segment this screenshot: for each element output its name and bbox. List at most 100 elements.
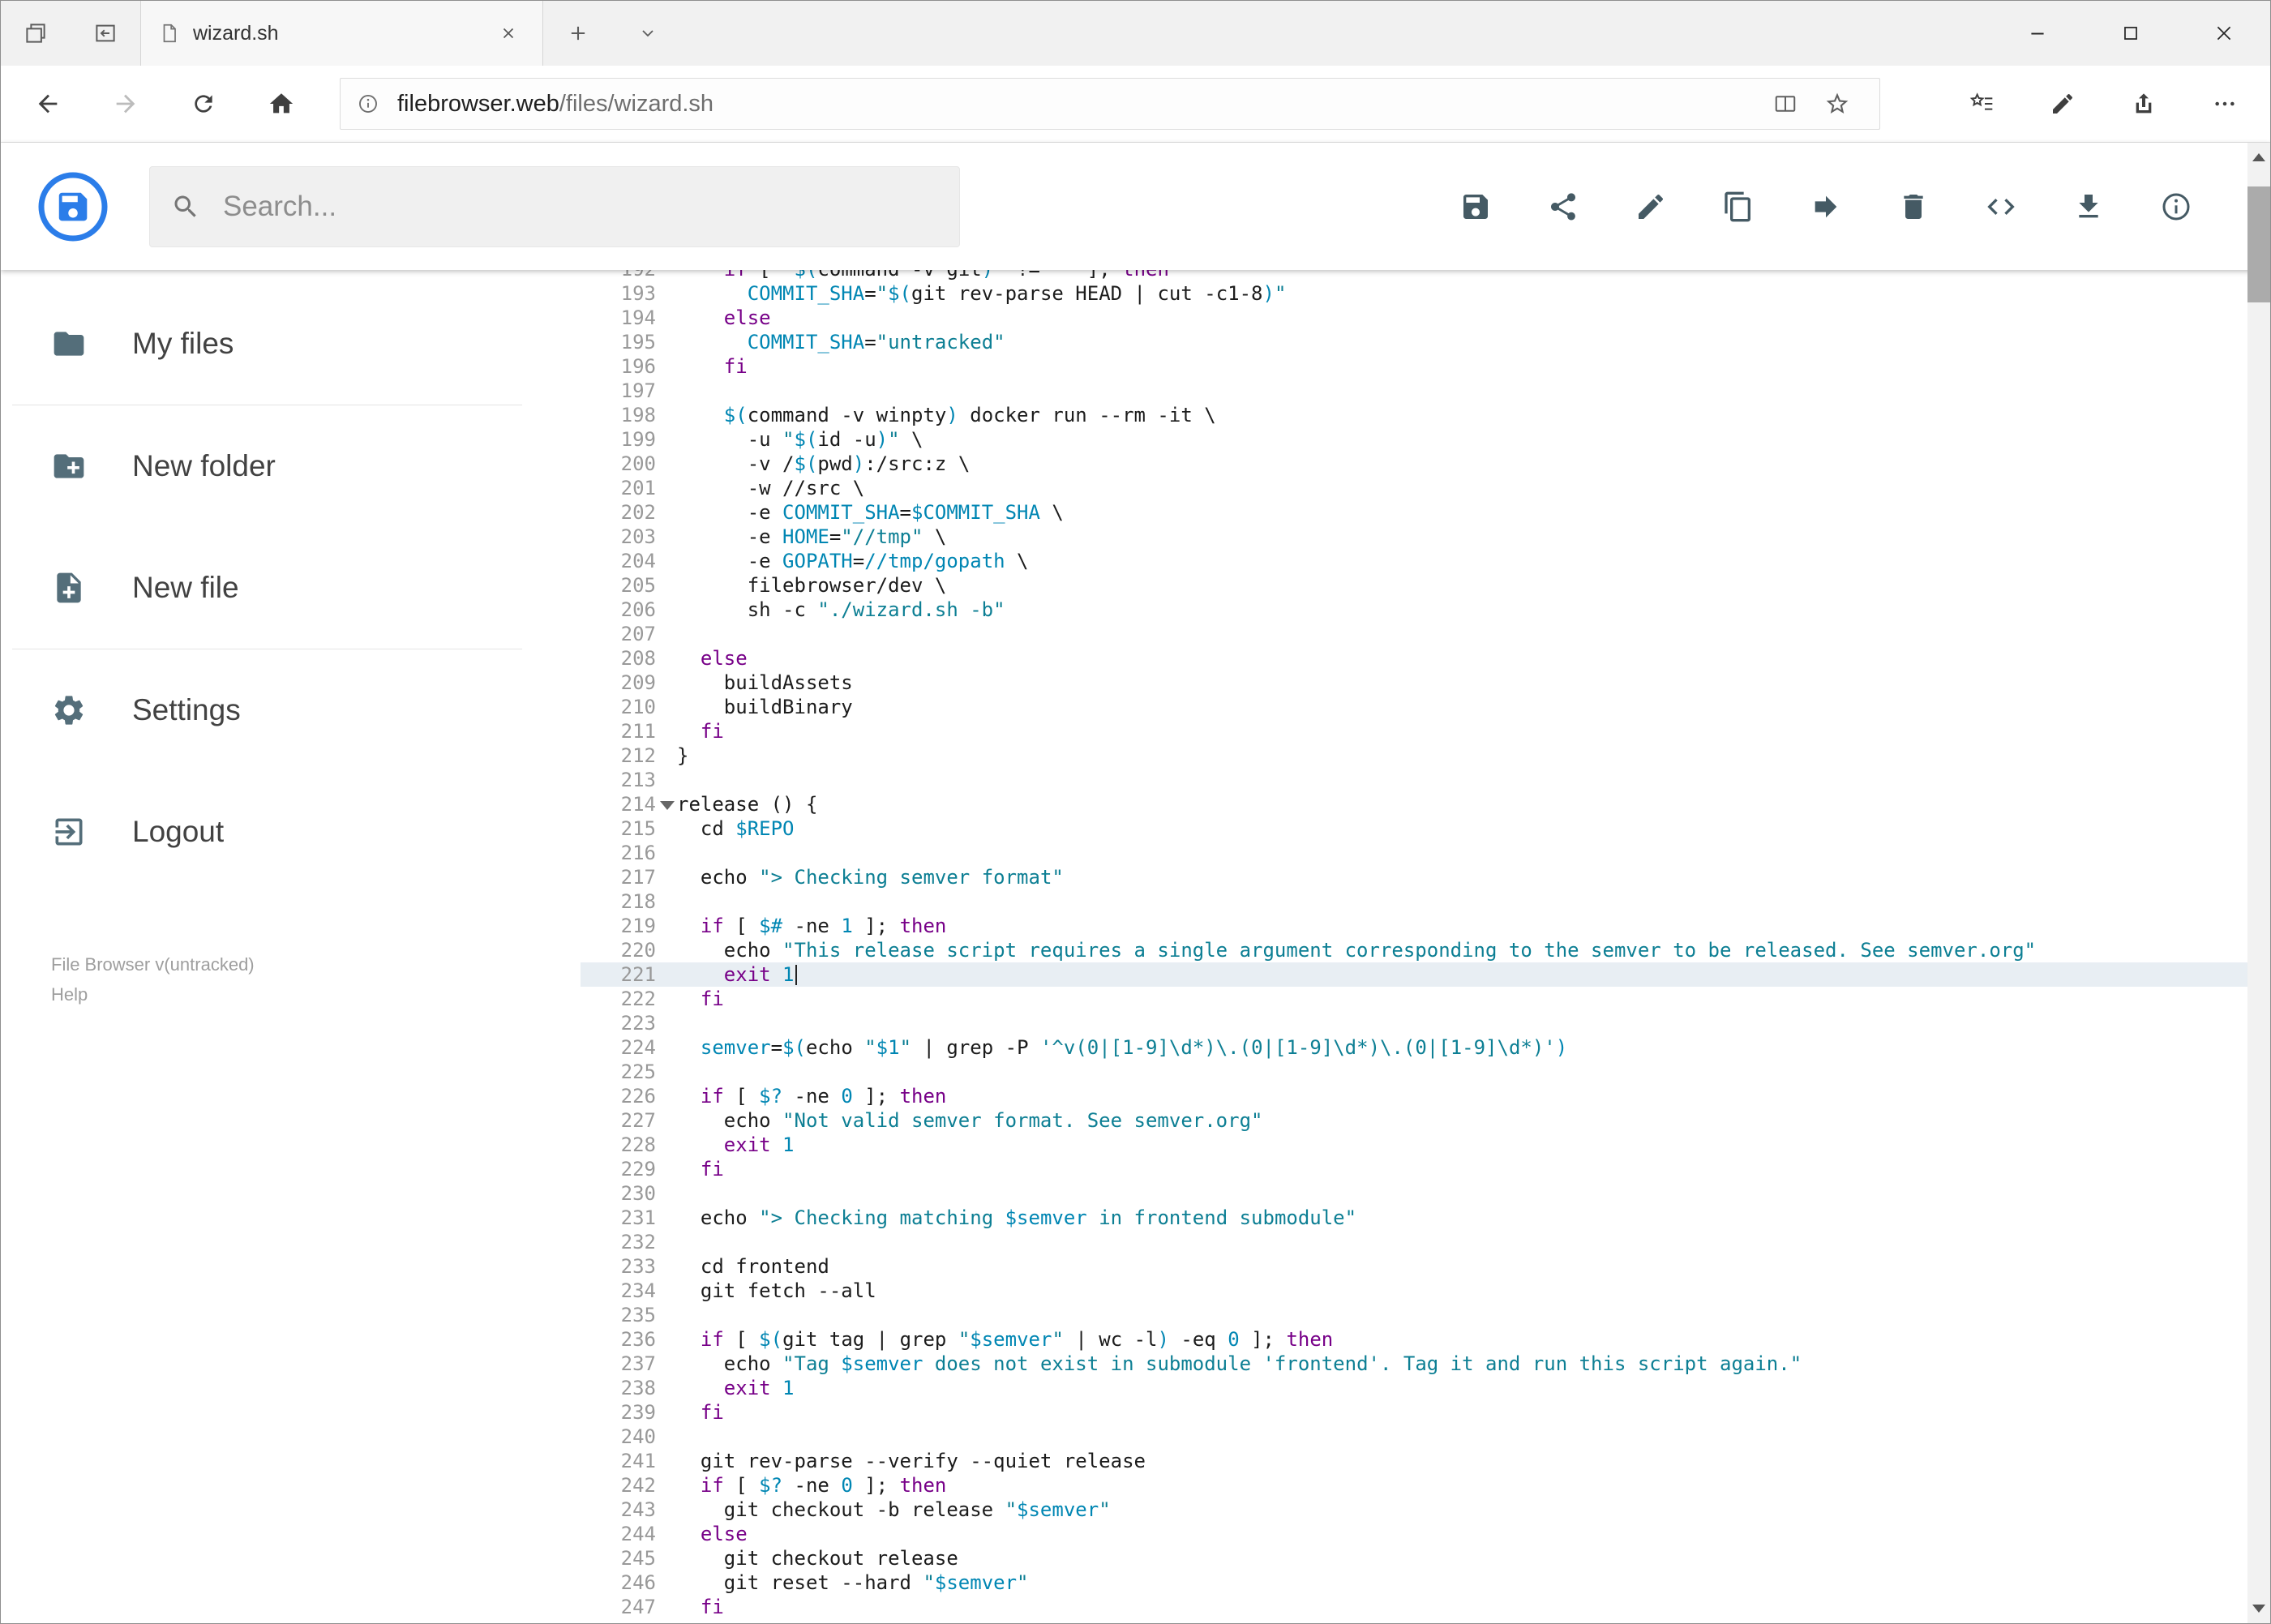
code-line[interactable]: 207 bbox=[581, 622, 2270, 646]
delete-button[interactable] bbox=[1870, 143, 1957, 270]
code-line[interactable]: 203 -e HOME="//tmp" \ bbox=[581, 525, 2270, 549]
code-line[interactable]: 205 filebrowser/dev \ bbox=[581, 573, 2270, 598]
code-line[interactable]: 246 git reset --hard "$semver" bbox=[581, 1570, 2270, 1595]
set-tabs-aside-button[interactable] bbox=[1, 1, 71, 66]
code-line[interactable]: 192 if [ "$(command -v git)" != "" ]; th… bbox=[581, 270, 2270, 281]
code-line[interactable]: 216 bbox=[581, 841, 2270, 865]
favorite-star-button[interactable] bbox=[1811, 79, 1863, 129]
code-line[interactable]: 244 else bbox=[581, 1522, 2270, 1546]
code-editor[interactable]: 192 if [ "$(command -v git)" != "" ]; th… bbox=[581, 270, 2270, 1623]
code-line[interactable]: 213 bbox=[581, 768, 2270, 792]
code-line[interactable]: 211 fi bbox=[581, 719, 2270, 743]
reading-view-button[interactable] bbox=[1759, 79, 1811, 129]
scrollbar-thumb[interactable] bbox=[2247, 186, 2270, 302]
tab-list-button[interactable] bbox=[613, 1, 683, 66]
tab-close-button[interactable] bbox=[492, 17, 525, 49]
code-line[interactable]: 194 else bbox=[581, 306, 2270, 330]
sidebar-item-settings[interactable]: Settings bbox=[1, 649, 581, 771]
code-line[interactable]: 233 cd frontend bbox=[581, 1254, 2270, 1279]
code-line[interactable]: 227 echo "Not valid semver format. See s… bbox=[581, 1108, 2270, 1133]
page-scrollbar[interactable] bbox=[2247, 143, 2270, 1623]
code-line[interactable]: 224 semver=$(echo "$1" | grep -P '^v(0|[… bbox=[581, 1035, 2270, 1060]
code-line[interactable]: 236 if [ $(git tag | grep "$semver" | wc… bbox=[581, 1327, 2270, 1352]
minimize-button[interactable] bbox=[1990, 1, 2084, 66]
close-window-button[interactable] bbox=[2177, 1, 2270, 66]
sidebar-item-new-file[interactable]: New file bbox=[1, 527, 581, 649]
back-button[interactable] bbox=[9, 66, 87, 143]
maximize-button[interactable] bbox=[2084, 1, 2177, 66]
forward-button[interactable] bbox=[87, 66, 165, 143]
code-line[interactable]: 215 cd $REPO bbox=[581, 816, 2270, 841]
copy-button[interactable] bbox=[1695, 143, 1782, 270]
home-button[interactable] bbox=[242, 66, 320, 143]
code-line[interactable]: 229 fi bbox=[581, 1157, 2270, 1181]
code-line[interactable]: 204 -e GOPATH=//tmp/gopath \ bbox=[581, 549, 2270, 573]
code-line[interactable]: 234 git fetch --all bbox=[581, 1279, 2270, 1303]
code-line[interactable]: 242 if [ $? -ne 0 ]; then bbox=[581, 1473, 2270, 1498]
web-note-button[interactable] bbox=[2022, 66, 2103, 143]
code-line[interactable]: 201 -w //src \ bbox=[581, 476, 2270, 500]
code-line[interactable]: 196 fi bbox=[581, 354, 2270, 379]
info-button[interactable] bbox=[2132, 143, 2220, 270]
download-button[interactable] bbox=[2045, 143, 2132, 270]
code-line[interactable]: 240 bbox=[581, 1425, 2270, 1449]
scrollbar-up-button[interactable] bbox=[2247, 143, 2270, 172]
code-line[interactable]: 214 release () { bbox=[581, 792, 2270, 816]
code-line[interactable]: 197 bbox=[581, 379, 2270, 403]
code-line[interactable]: 239 fi bbox=[581, 1400, 2270, 1425]
raw-code-button[interactable] bbox=[1957, 143, 2045, 270]
move-button[interactable] bbox=[1782, 143, 1870, 270]
help-link[interactable]: Help bbox=[51, 979, 581, 1009]
code-line[interactable]: 202 -e COMMIT_SHA=$COMMIT_SHA \ bbox=[581, 500, 2270, 525]
code-line[interactable]: 206 sh -c "./wizard.sh -b" bbox=[581, 598, 2270, 622]
code-line[interactable]: 245 git checkout release bbox=[581, 1546, 2270, 1570]
code-line[interactable]: 218 bbox=[581, 889, 2270, 914]
filebrowser-logo[interactable] bbox=[37, 171, 109, 242]
code-line[interactable]: 219 if [ $# -ne 1 ]; then bbox=[581, 914, 2270, 938]
save-button[interactable] bbox=[1432, 143, 1519, 270]
code-line[interactable]: 235 bbox=[581, 1303, 2270, 1327]
rename-button[interactable] bbox=[1607, 143, 1695, 270]
sidebar-item-logout[interactable]: Logout bbox=[1, 771, 581, 893]
share-button[interactable] bbox=[1519, 143, 1607, 270]
code-line[interactable]: 238 exit 1 bbox=[581, 1376, 2270, 1400]
sidebar-item-my-files[interactable]: My files bbox=[1, 283, 581, 405]
code-line[interactable]: 241 git rev-parse --verify --quiet relea… bbox=[581, 1449, 2270, 1473]
code-line[interactable]: 212} bbox=[581, 743, 2270, 768]
info-circle-icon[interactable] bbox=[357, 92, 379, 115]
address-bar[interactable]: filebrowser.web/files/wizard.sh bbox=[340, 78, 1880, 130]
code-line[interactable]: 217 echo "> Checking semver format" bbox=[581, 865, 2270, 889]
search-box[interactable] bbox=[149, 165, 960, 247]
code-line[interactable]: 222 fi bbox=[581, 987, 2270, 1011]
code-line[interactable]: 225 bbox=[581, 1060, 2270, 1084]
code-line[interactable]: 193 COMMIT_SHA="$(git rev-parse HEAD | c… bbox=[581, 281, 2270, 306]
sidebar-item-new-folder[interactable]: New folder bbox=[1, 405, 581, 527]
new-tab-button[interactable] bbox=[543, 1, 613, 66]
code-line[interactable]: 199 -u "$(id -u)" \ bbox=[581, 427, 2270, 452]
code-line[interactable]: 247 fi bbox=[581, 1595, 2270, 1619]
code-line[interactable]: 226 if [ $? -ne 0 ]; then bbox=[581, 1084, 2270, 1108]
code-line[interactable]: 232 bbox=[581, 1230, 2270, 1254]
code-line[interactable]: 198 $(command -v winpty) docker run --rm… bbox=[581, 403, 2270, 427]
tabs-preview-button[interactable] bbox=[71, 1, 140, 66]
more-menu-button[interactable] bbox=[2184, 66, 2265, 143]
code-line[interactable]: 221 exit 1 bbox=[581, 962, 2270, 987]
search-input[interactable] bbox=[221, 189, 938, 224]
hub-favorites-button[interactable] bbox=[1941, 66, 2022, 143]
code-line[interactable]: 231 echo "> Checking matching $semver in… bbox=[581, 1206, 2270, 1230]
code-line[interactable]: 243 git checkout -b release "$semver" bbox=[581, 1498, 2270, 1522]
code-line[interactable]: 209 buildAssets bbox=[581, 671, 2270, 695]
code-line[interactable]: 195 COMMIT_SHA="untracked" bbox=[581, 330, 2270, 354]
scrollbar-down-button[interactable] bbox=[2247, 1594, 2270, 1623]
code-line[interactable]: 228 exit 1 bbox=[581, 1133, 2270, 1157]
code-line[interactable]: 220 echo "This release script requires a… bbox=[581, 938, 2270, 962]
code-line[interactable]: 208 else bbox=[581, 646, 2270, 671]
share-page-button[interactable] bbox=[2103, 66, 2184, 143]
code-line[interactable]: 230 bbox=[581, 1181, 2270, 1206]
fold-arrow-icon[interactable] bbox=[660, 801, 675, 810]
refresh-button[interactable] bbox=[165, 66, 242, 143]
code-line[interactable]: 200 -v /$(pwd):/src:z \ bbox=[581, 452, 2270, 476]
code-line[interactable]: 223 bbox=[581, 1011, 2270, 1035]
code-line[interactable]: 210 buildBinary bbox=[581, 695, 2270, 719]
code-line[interactable]: 237 echo "Tag $semver does not exist in … bbox=[581, 1352, 2270, 1376]
